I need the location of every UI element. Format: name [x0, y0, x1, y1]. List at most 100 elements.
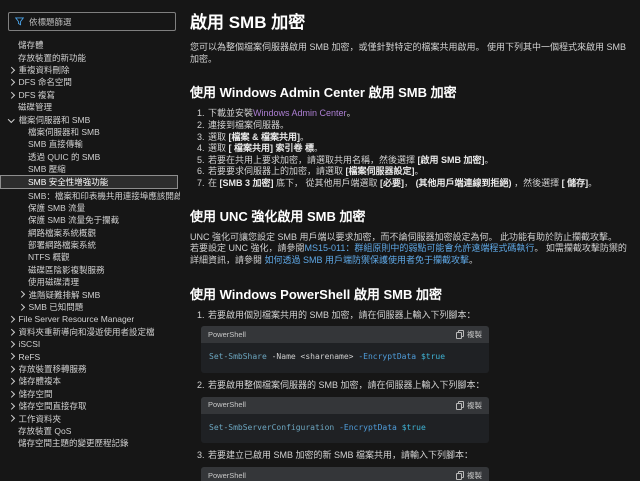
- sidebar-item-label: 檔案伺服器和 SMB: [28, 127, 100, 137]
- text-segment: $true: [421, 352, 445, 361]
- sidebar-item[interactable]: 磁碟管理: [0, 101, 182, 113]
- code-block-header: PowerShell 複製: [201, 467, 489, 481]
- copy-icon: [456, 330, 464, 339]
- text-segment: [必要]: [380, 178, 404, 188]
- chevron-right-icon: [8, 67, 14, 73]
- code-content: Set-SmbShare -Name <sharename> -EncryptD…: [201, 343, 489, 373]
- code-block: PowerShell 複製 Set-SmbServerConfiguration…: [201, 397, 489, 444]
- sidebar-item[interactable]: 保護 SMB 流量免于攔截: [0, 214, 182, 226]
- copy-button[interactable]: 複製: [456, 400, 482, 411]
- sidebar-item[interactable]: 磁碟區陰影複製服務: [0, 264, 182, 276]
- sidebar-item[interactable]: DFS 複寫: [0, 89, 182, 101]
- sidebar-item-label: DFS 複寫: [19, 90, 55, 100]
- sidebar-item[interactable]: 存放裝置的新功能: [0, 51, 182, 63]
- sidebar-item[interactable]: NTFS 概觀: [0, 251, 182, 263]
- toc-filter[interactable]: [8, 12, 176, 31]
- inline-link[interactable]: MS15-011：群組原則中的弱點可能會允許遠端程式碼執行: [305, 243, 535, 253]
- sidebar-item[interactable]: File Server Resource Manager: [0, 313, 182, 325]
- unc-paragraph: UNC 強化可讓您設定 SMB 用戶端以要求加密，而不論伺服器加密設定為何。 此…: [190, 232, 628, 267]
- sidebar-item-label: 儲存體: [18, 40, 44, 50]
- sidebar-item[interactable]: 儲存空間直接存取: [0, 400, 182, 412]
- sidebar-item[interactable]: 儲存體: [0, 39, 182, 51]
- text-segment: -EncryptData: [339, 423, 397, 432]
- sidebar-item[interactable]: 透過 QUIC 的 SMB: [0, 151, 182, 163]
- sidebar-item[interactable]: 網路檔案系統概觀: [0, 226, 182, 238]
- sidebar-item-label: DFS 命名空間: [19, 77, 72, 87]
- sidebar-item[interactable]: SMB 已知問題: [0, 301, 182, 313]
- sidebar-item-label: 保護 SMB 流量: [28, 203, 85, 213]
- sidebar-item[interactable]: 檔案伺服器和 SMB: [0, 113, 182, 125]
- inline-link[interactable]: 如何透過 SMB 用戶端防禦保護使用者免于攔截攻擊: [265, 255, 470, 265]
- sidebar-item[interactable]: 儲存空間: [0, 388, 182, 400]
- sidebar-item[interactable]: 檔案伺服器和 SMB: [0, 126, 182, 138]
- sidebar-item-label: NTFS 概觀: [28, 252, 70, 262]
- sidebar-item[interactable]: 資料夾重新導向和漫遊使用者設定檔: [0, 326, 182, 338]
- chevron-down-icon: [8, 116, 14, 122]
- sidebar-item-label: 儲存空間: [19, 389, 53, 399]
- text-segment: [檔案伺服器設定]: [346, 166, 415, 176]
- copy-button[interactable]: 複製: [456, 329, 482, 340]
- sidebar-item[interactable]: 重複資料刪除: [0, 64, 182, 76]
- sidebar-item[interactable]: 儲存體複本: [0, 375, 182, 387]
- sidebar-item-label: 磁碟區陰影複製服務: [28, 265, 105, 275]
- sidebar-item[interactable]: 使用磁碟清理: [0, 276, 182, 288]
- sidebar-item[interactable]: 儲存空間主題的變更歷程記錄: [0, 437, 182, 449]
- sidebar-item[interactable]: 存放裝置移轉服務: [0, 363, 182, 375]
- chevron-right-icon: [8, 415, 14, 421]
- section-heading-unc: 使用 UNC 強化啟用 SMB 加密: [190, 206, 628, 225]
- list-item: 若要在共用上要求加密，請選取共用名稱，然後選擇 [啟用 SMB 加密]。: [207, 155, 628, 166]
- list-item: 若要建立已啟用 SMB 加密的新 SMB 檔案共用，請輸入下列腳本： Power…: [207, 450, 628, 481]
- sidebar-item[interactable]: SMB 安全性增強功能: [0, 175, 178, 189]
- list-item: 選取 [ 檔案共用] 索引卷 標。: [207, 143, 628, 154]
- text-segment: Set-SmbServerConfiguration: [209, 423, 334, 432]
- copy-button[interactable]: 複製: [456, 470, 482, 481]
- sidebar-item[interactable]: iSCSI: [0, 338, 182, 350]
- code-block-header: PowerShell 複製: [201, 397, 489, 414]
- sidebar-item-label: 資料夾重新導向和漫遊使用者設定檔: [19, 327, 155, 337]
- sidebar-item[interactable]: SMB 直接傳輸: [0, 138, 182, 150]
- list-item: 若要要求伺服器上的加密，請選取 [檔案伺服器設定]。: [207, 166, 628, 177]
- sidebar-item-label: File Server Resource Manager: [19, 314, 135, 324]
- sidebar-item-label: 工作資料夾: [19, 414, 62, 424]
- text-segment: 。: [314, 143, 323, 153]
- copy-button-label: 複製: [467, 470, 482, 481]
- sidebar-item[interactable]: SMB 壓縮: [0, 163, 182, 175]
- sidebar-item-label: 保護 SMB 流量免于攔截: [28, 215, 119, 225]
- chevron-right-icon: [18, 304, 24, 310]
- code-block-header: PowerShell 複製: [201, 326, 489, 343]
- sidebar-item-label: 使用磁碟清理: [28, 277, 79, 287]
- list-item: 若要啟用個別檔案共用的 SMB 加密，請在伺服器上輸入下列腳本： PowerSh…: [207, 310, 628, 373]
- sidebar-item[interactable]: DFS 命名空間: [0, 76, 182, 88]
- chevron-right-icon: [8, 341, 14, 347]
- sidebar-item-label: 存放裝置 QoS: [18, 426, 71, 436]
- step-text: 若要啟用個別檔案共用的 SMB 加密，請在伺服器上輸入下列腳本：: [208, 310, 476, 320]
- copy-icon: [456, 471, 464, 480]
- sidebar-item-label: 儲存空間直接存取: [19, 401, 87, 411]
- sidebar-item-label: 儲存空間主題的變更歷程記錄: [18, 438, 129, 448]
- filter-icon: [15, 17, 24, 26]
- copy-button-label: 複製: [467, 400, 482, 411]
- sidebar-item[interactable]: 存放裝置 QoS: [0, 425, 182, 437]
- text-segment: [啟用 SMB 加密]: [418, 155, 485, 165]
- code-language-label: PowerShell: [208, 330, 246, 340]
- chevron-right-icon: [18, 291, 24, 297]
- text-segment: 選取: [208, 132, 229, 142]
- sidebar-item[interactable]: 部署網路檔案系統: [0, 239, 182, 251]
- text-segment: (其他用戶端連線到拒絕): [416, 178, 512, 188]
- copy-icon: [456, 401, 464, 410]
- sidebar-item-label: ReFS: [19, 352, 41, 362]
- sidebar-item[interactable]: ReFS: [0, 350, 182, 362]
- sidebar-item-label: SMB 壓縮: [28, 164, 66, 174]
- text-segment: 。: [415, 166, 424, 176]
- sidebar-item-label: 網路檔案系統概觀: [28, 228, 96, 238]
- text-segment: 選取: [208, 143, 229, 153]
- sidebar-item[interactable]: 進階疑難排解 SMB: [0, 288, 182, 300]
- list-item: 下載並安裝Windows Admin Center。: [207, 108, 628, 119]
- sidebar-item[interactable]: SMB：檔案和印表機共用連接埠應該開啟: [0, 189, 182, 201]
- inline-link[interactable]: Windows Admin Center: [253, 108, 347, 118]
- toc-filter-input[interactable]: [29, 17, 169, 27]
- wac-steps: 下載並安裝Windows Admin Center。 連接到檔案伺服器。 選取 …: [190, 108, 628, 188]
- sidebar-item[interactable]: 保護 SMB 流量: [0, 202, 182, 214]
- sidebar-item[interactable]: 工作資料夾: [0, 412, 182, 424]
- chevron-right-icon: [8, 316, 14, 322]
